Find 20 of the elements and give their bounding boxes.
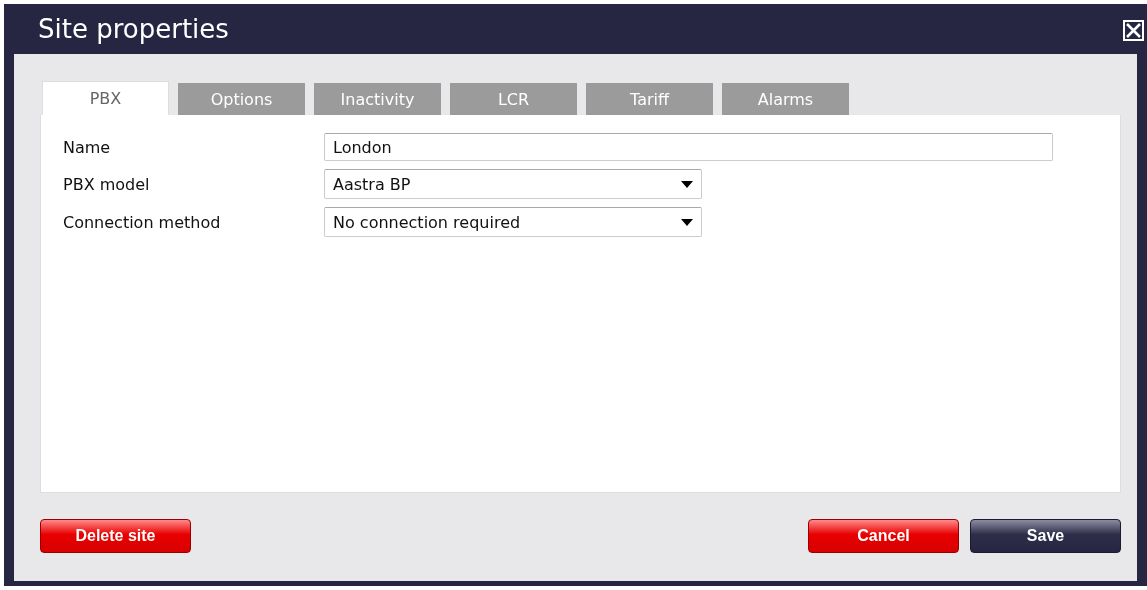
tab[interactable]: Inactivity [314, 83, 441, 115]
action-button[interactable]: Cancel [808, 519, 959, 553]
action-button[interactable]: Save [970, 519, 1121, 553]
caret-icon [681, 218, 693, 226]
field-label: Connection method [63, 211, 222, 234]
dropdown[interactable]: No connection required [324, 207, 702, 237]
tab[interactable]: Tariff [586, 83, 713, 115]
action-button[interactable]: Delete site [40, 519, 191, 553]
tab[interactable]: Alarms [722, 83, 849, 115]
tab[interactable]: Options [178, 83, 305, 115]
field-label: PBX model [63, 173, 151, 196]
caret-icon [681, 180, 693, 188]
close-icon [1125, 22, 1142, 39]
name-field[interactable]: London [324, 133, 1053, 161]
dropdown[interactable]: Aastra BP [324, 169, 702, 199]
window-title: Site properties [37, 13, 229, 46]
tab[interactable]: PBX [42, 81, 169, 115]
close-button[interactable] [1123, 20, 1144, 41]
field-label: Name [63, 136, 112, 159]
tab[interactable]: LCR [450, 83, 577, 115]
